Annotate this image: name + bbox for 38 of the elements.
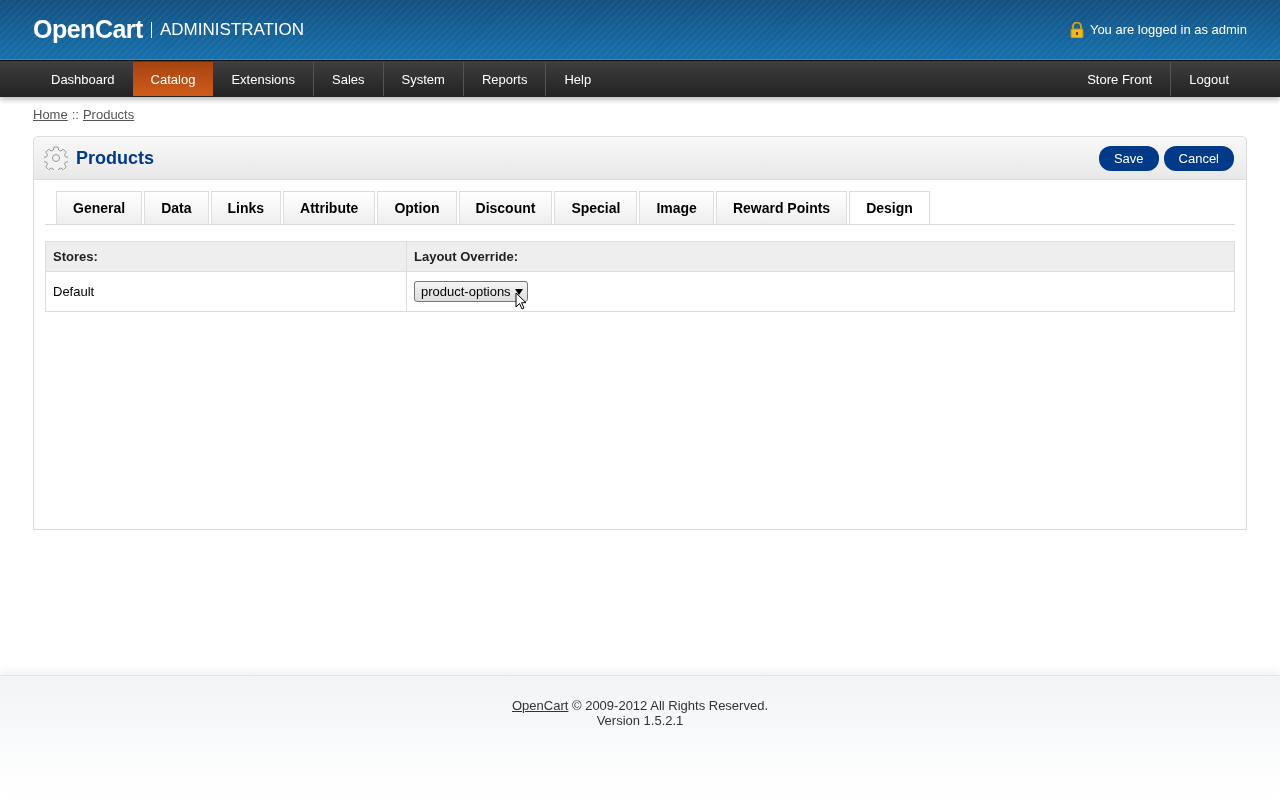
gear-icon <box>44 146 68 170</box>
tab[interactable]: Design <box>849 191 930 224</box>
menu-item[interactable]: Reports <box>462 62 546 96</box>
menu-item[interactable]: Dashboard <box>33 62 133 96</box>
menu-item[interactable]: System <box>382 62 463 96</box>
table-cell: Default <box>45 271 407 312</box>
tab[interactable]: Discount <box>458 191 553 224</box>
breadcrumb-link[interactable]: Home <box>33 107 68 122</box>
save-button[interactable]: Save <box>1098 145 1159 171</box>
tab[interactable]: Image <box>639 191 714 224</box>
tab[interactable]: Option <box>377 191 457 224</box>
menu-item[interactable]: Extensions <box>213 62 313 96</box>
cancel-button[interactable]: Cancel <box>1163 145 1234 171</box>
menu-item[interactable]: Help <box>545 62 610 96</box>
tab[interactable]: Links <box>210 191 282 224</box>
menu-item[interactable]: Logout <box>1170 62 1247 96</box>
tab[interactable]: Data <box>144 191 209 224</box>
tab[interactable]: General <box>56 191 143 224</box>
breadcrumb-link[interactable]: Products <box>82 107 135 122</box>
menu-item[interactable]: Store Front <box>1069 62 1171 96</box>
breadcrumb-separator: :: <box>71 107 79 122</box>
opencart-link[interactable]: OpenCart <box>512 698 569 713</box>
header-subtitle: ADMINISTRATION <box>159 19 305 40</box>
copyright-text: OpenCart © 2009-2012 All Rights Reserved. <box>511 698 769 713</box>
menu-item[interactable]: Catalog <box>132 62 214 96</box>
tab[interactable]: Reward Points <box>715 191 848 224</box>
mouse-cursor-icon <box>515 292 527 310</box>
version-text: Version 1.5.2.1 <box>595 713 685 728</box>
tab[interactable]: Attribute <box>283 191 376 224</box>
column-header: Stores: <box>45 241 407 272</box>
tab[interactable]: Special <box>554 191 638 224</box>
menu-item[interactable]: Sales <box>313 62 383 96</box>
padlock-icon <box>1069 21 1084 38</box>
login-status: You are logged in as admin <box>1089 22 1247 37</box>
dropdown-arrow-icon <box>514 288 523 295</box>
column-header: Layout Override: <box>406 241 1235 272</box>
page-title: Products <box>76 147 154 169</box>
logo-text: OpenCart <box>33 15 143 44</box>
